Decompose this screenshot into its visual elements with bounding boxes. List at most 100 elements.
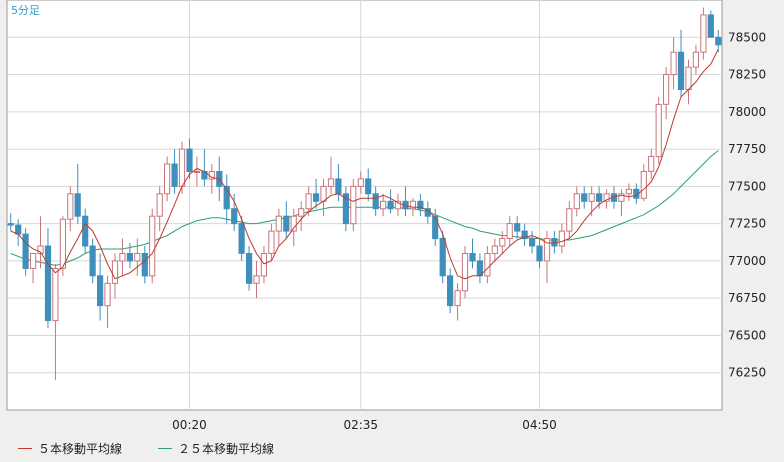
candle-body-10 [82, 215, 89, 247]
candle-body-92 [692, 51, 699, 68]
candle-body-13 [104, 282, 111, 307]
legend-ma5-label: ５本移動平均線 [38, 442, 123, 456]
y-tick-label-2: 76750 [728, 291, 766, 305]
candle-body-25 [193, 171, 201, 173]
y-tick-label-1: 76500 [728, 328, 766, 342]
candle-body-78 [588, 193, 595, 202]
candle-body-61 [461, 253, 469, 292]
candle-body-30 [231, 208, 238, 225]
candle-body-39 [298, 208, 305, 217]
candle-body-93 [700, 14, 707, 53]
candle-body-36 [275, 215, 282, 232]
candle-body-57 [432, 215, 439, 240]
y-tick-label-6: 77750 [728, 142, 766, 156]
legend-ma5-swatch [18, 448, 32, 449]
candle-body-40 [305, 193, 312, 210]
candle-body-70 [529, 238, 536, 247]
candle-body-89 [670, 51, 677, 76]
candle-body-3 [30, 253, 37, 269]
legend-ma5: ５本移動平均線 [18, 440, 122, 457]
candle-body-22 [171, 163, 178, 187]
candle-body-48 [365, 178, 372, 195]
candle-body-50 [380, 200, 387, 210]
candle-body-33 [253, 275, 260, 284]
candle-body-12 [97, 275, 104, 307]
candle-body-0 [7, 223, 14, 226]
candle-body-31 [238, 223, 245, 254]
candle-body-11 [89, 245, 96, 277]
candle-body-49 [372, 193, 379, 210]
candle-body-94 [707, 14, 714, 38]
candle-body-5 [44, 245, 52, 321]
y-tick-label-8: 78250 [728, 68, 766, 82]
candle-body-41 [313, 193, 320, 202]
candle-body-9 [74, 193, 81, 217]
candle-body-34 [260, 253, 267, 277]
candle-body-75 [566, 208, 573, 232]
candle-body-20 [156, 193, 163, 217]
y-tick-label-0: 76250 [728, 366, 766, 380]
candle-body-85 [640, 171, 647, 199]
candle-body-19 [149, 215, 156, 277]
candle-body-44 [335, 178, 342, 195]
candle-body-7 [59, 218, 66, 269]
candle-body-83 [625, 188, 632, 195]
legend-ma25: ２５本移動平均線 [158, 440, 274, 457]
candle-body-74 [558, 230, 565, 247]
candle-body-2 [22, 233, 29, 269]
x-tick-label-0: 00:20 [172, 418, 207, 432]
candle-body-51 [387, 200, 394, 210]
candle-body-64 [484, 253, 491, 277]
candle-body-90 [677, 51, 685, 90]
period-label: 5分足 [11, 4, 40, 17]
candle-body-87 [655, 103, 662, 158]
candle-body-1 [15, 224, 22, 235]
candle-body-65 [491, 245, 498, 254]
candle-body-77 [581, 193, 588, 202]
y-tick-label-9: 78500 [728, 30, 766, 44]
chart-frame: 76250 76500 76750 77000 77250 77500 77750 78000… [0, 0, 784, 462]
candle-body-24 [186, 148, 193, 173]
candle-body-42 [320, 185, 327, 202]
candle-body-88 [663, 74, 670, 105]
candle-body-46 [350, 185, 357, 225]
candle-body-21 [164, 163, 171, 195]
candle-body-17 [134, 253, 141, 262]
y-tick-label-4: 77250 [728, 217, 766, 231]
plot-background [6, 0, 723, 411]
candle-body-15 [119, 253, 126, 262]
x-tick-label-2: 04:50 [522, 418, 557, 432]
y-axis-ticks: 76250 76500 76750 77000 77250 77500 77750 78000… [728, 30, 766, 379]
candle-body-18 [141, 253, 148, 277]
candle-body-6 [52, 267, 59, 322]
candle-body-23 [178, 148, 186, 187]
candle-body-71 [536, 245, 543, 262]
candle-body-59 [447, 275, 454, 307]
candle-body-14 [111, 260, 119, 284]
candle-body-37 [283, 215, 290, 232]
candle-body-76 [573, 193, 580, 210]
candle-body-79 [596, 193, 603, 202]
candlestick-chart: 76250 76500 76750 77000 77250 77500 77750 78000… [6, 0, 766, 432]
candle-body-86 [648, 156, 655, 172]
candle-body-58 [439, 238, 446, 277]
candle-body-16 [126, 253, 134, 262]
candle-body-62 [469, 253, 476, 262]
x-axis-ticks: 00:20 02:35 04:50 [172, 418, 557, 432]
candle-body-66 [499, 238, 506, 247]
legend-ma25-swatch [158, 448, 172, 449]
candle-body-68 [514, 223, 521, 232]
candle-body-91 [685, 66, 692, 90]
candle-body-8 [67, 193, 74, 220]
x-tick-label-1: 02:35 [343, 418, 378, 432]
y-tick-label-7: 78000 [728, 105, 766, 119]
candle-body-35 [268, 230, 275, 255]
candle-body-95 [715, 36, 722, 46]
candle-body-32 [246, 253, 253, 284]
y-tick-label-5: 77500 [728, 179, 766, 193]
candle-body-67 [506, 223, 513, 240]
candle-body-43 [327, 178, 335, 187]
candle-body-60 [454, 290, 461, 307]
candle-body-47 [357, 178, 364, 187]
y-tick-label-3: 77000 [728, 254, 766, 268]
